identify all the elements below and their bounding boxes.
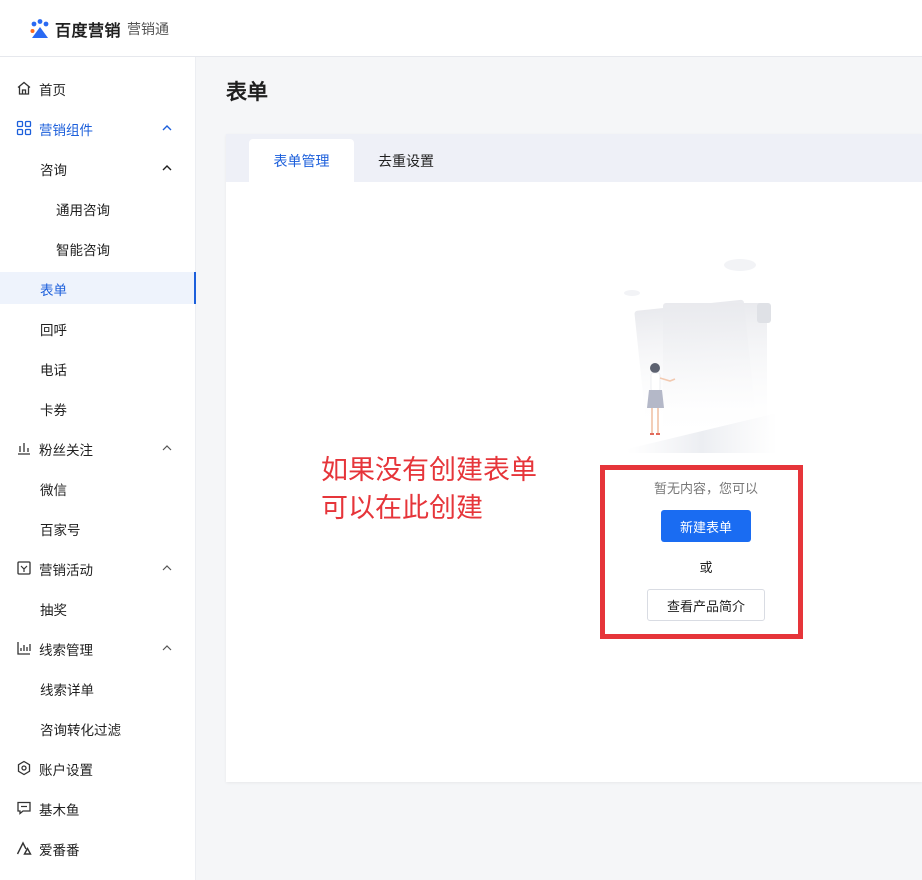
sidebar-item-label: 基木鱼 [39,803,80,819]
sidebar-item-baijiahao[interactable]: 百家号 [0,512,196,544]
tab-bar: 表单管理 去重设置 [226,134,922,182]
chat-icon [17,801,31,815]
sidebar-item-account-settings[interactable]: 账户设置 [0,752,196,784]
sidebar-item-coupon[interactable]: 卡券 [0,392,196,424]
activity-icon [17,561,31,575]
annotation-line-2: 可以在此创建 [321,493,483,524]
sidebar-item-form[interactable]: 表单 [0,272,196,304]
triangle-logo-icon [16,841,32,855]
sidebar-item-label: 营销组件 [39,123,93,139]
sidebar-item-marketing-activity[interactable]: 营销活动 [0,552,196,584]
sidebar-item-leads[interactable]: 线索管理 [0,632,196,664]
sidebar-item-label: 账户设置 [39,763,93,779]
sidebar-item-general-consult[interactable]: 通用咨询 [0,192,196,224]
sidebar-item-label: 微信 [40,483,67,499]
sidebar-item-label: 抽奖 [40,603,67,619]
chevron-up-icon [162,165,172,171]
top-bar: 百度营销 营销通 [0,0,922,57]
annotation-text: 如果没有创建表单 可以在此创建 [321,452,537,528]
sidebar-item-aifanfan[interactable]: 爱番番 [0,832,196,864]
sidebar-item-label: 营销活动 [39,563,93,579]
sidebar-item-label: 智能咨询 [56,243,110,259]
page-title: 表单 [226,80,268,104]
sidebar-item-label: 电话 [40,363,67,379]
tab-dedup-settings[interactable]: 去重设置 [354,139,458,182]
sidebar-item-label: 百家号 [40,523,81,539]
sidebar-item-lead-details[interactable]: 线索详单 [0,672,196,704]
sidebar-item-label: 首页 [39,83,66,99]
brand-name: 百度营销 [55,21,122,40]
sidebar-item-marketing-components[interactable]: 营销组件 [0,112,196,144]
stats-icon [17,642,31,655]
tab-form-management[interactable]: 表单管理 [249,139,354,182]
sidebar-item-label: 咨询转化过滤 [40,723,121,739]
sidebar-item-label: 爱番番 [39,843,80,859]
sidebar-item-label: 通用咨询 [56,203,110,219]
grid-icon [16,120,32,136]
sidebar-item-wechat[interactable]: 微信 [0,472,196,504]
sidebar-item-label: 咨询 [40,163,67,179]
sidebar-item-phone[interactable]: 电话 [0,352,196,384]
sidebar-item-conversion-filter[interactable]: 咨询转化过滤 [0,712,196,744]
annotation-highlight-box [600,465,803,639]
annotation-line-1: 如果没有创建表单 [321,455,537,486]
chevron-up-icon [162,445,172,451]
empty-state-illustration [624,259,777,453]
settings-hexagon-icon [17,760,31,776]
sidebar-item-label: 线索详单 [40,683,94,699]
sidebar-item-jimuyu[interactable]: 基木鱼 [0,792,196,824]
sidebar-item-consult[interactable]: 咨询 [0,152,196,184]
sidebar-item-label: 表单 [40,283,67,299]
chevron-up-icon [162,125,172,131]
sidebar-item-home[interactable]: 首页 [0,72,196,104]
chevron-up-icon [162,565,172,571]
brand-logo[interactable]: 百度营销 营销通 [28,17,169,41]
sidebar-item-label: 卡券 [40,403,67,419]
bar-chart-icon [18,443,30,455]
sidebar-item-label: 回呼 [40,323,67,339]
home-icon [17,81,31,95]
sidebar: 首页 营销组件 咨询 通用咨询 智能咨询 表单 回呼 电话 卡券 粉丝关注 微信… [0,57,196,880]
sidebar-item-callback[interactable]: 回呼 [0,312,196,344]
product-name: 营销通 [127,22,170,38]
baidu-paw-icon [30,19,49,38]
sidebar-item-label: 线索管理 [39,643,93,659]
sidebar-item-lottery[interactable]: 抽奖 [0,592,196,624]
sidebar-item-fans[interactable]: 粉丝关注 [0,432,196,464]
sidebar-item-smart-consult[interactable]: 智能咨询 [0,232,196,264]
chevron-up-icon [162,645,172,651]
sidebar-item-label: 粉丝关注 [39,443,93,459]
